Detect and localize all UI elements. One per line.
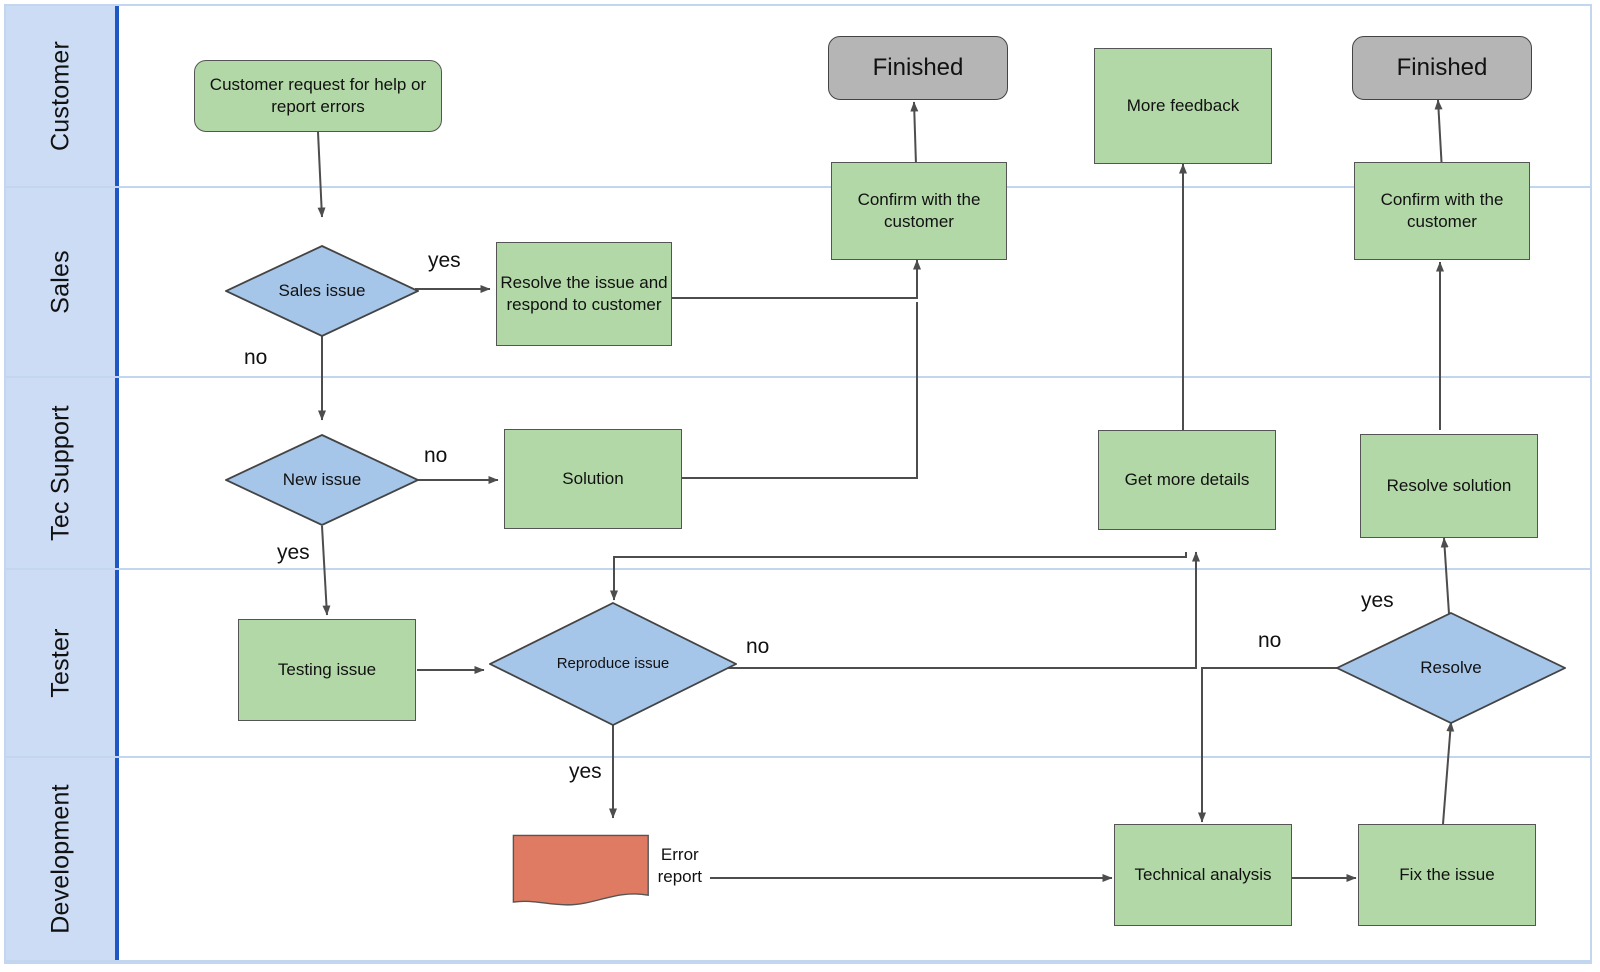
edge-label-sales-yes: yes: [428, 249, 461, 272]
node-customer-request[interactable]: Customer request for help or report erro…: [194, 60, 442, 132]
node-label: Error report: [657, 845, 702, 886]
edge-label-resolve-yes: yes: [1361, 589, 1394, 612]
edge-label-newissue-no: no: [424, 444, 448, 467]
node-more-feedback[interactable]: More feedback: [1094, 48, 1272, 164]
node-label: Testing issue: [277, 660, 377, 680]
node-confirm-customer-right[interactable]: Confirm with the customer: [1354, 162, 1530, 260]
node-new-issue[interactable]: New issue: [225, 434, 419, 526]
node-fix-the-issue[interactable]: Fix the issue: [1358, 824, 1536, 926]
lane-header-development: Development: [6, 758, 119, 960]
node-label: Confirm with the customer: [1380, 190, 1504, 231]
lane-header-sales: Sales: [6, 188, 119, 376]
node-solution[interactable]: Solution: [504, 429, 682, 529]
flowchart-canvas: Customer Sales Tec Support Tester Develo…: [4, 4, 1592, 964]
edge-label-reproduce-no: no: [746, 635, 770, 658]
node-label: Resolve solution: [1386, 476, 1512, 496]
node-label: Technical analysis: [1134, 865, 1272, 885]
node-label: Resolve: [1420, 658, 1482, 678]
node-testing-issue[interactable]: Testing issue: [238, 619, 416, 721]
lane-label-tecsupport: Tec Support: [46, 405, 74, 541]
node-error-report[interactable]: Error report: [512, 818, 710, 922]
document-shape: [512, 834, 649, 906]
node-label: Solution: [562, 469, 624, 489]
node-label: Finished: [872, 53, 964, 81]
node-resolve-decision[interactable]: Resolve: [1336, 612, 1566, 724]
node-reproduce-issue[interactable]: Reproduce issue: [489, 602, 737, 726]
node-label: New issue: [282, 470, 362, 490]
lane-label-customer: Customer: [46, 41, 74, 151]
node-label: Reproduce issue: [556, 655, 670, 673]
lane-header-tecsupport: Tec Support: [6, 378, 119, 568]
node-label: Confirm with the customer: [857, 190, 981, 231]
node-label: Resolve the issue and respond to custome…: [500, 273, 668, 314]
node-label: Fix the issue: [1399, 865, 1495, 885]
node-get-more-details[interactable]: Get more details: [1098, 430, 1276, 530]
node-confirm-customer-left[interactable]: Confirm with the customer: [831, 162, 1007, 260]
node-label: Get more details: [1124, 470, 1250, 490]
node-label: Customer request for help or report erro…: [209, 75, 427, 116]
lane-label-development: Development: [46, 784, 74, 934]
node-label: More feedback: [1126, 96, 1240, 116]
lane-header-tester: Tester: [6, 570, 119, 756]
edge-label-reproduce-yes: yes: [569, 760, 602, 783]
edge-label-resolve-no: no: [1258, 629, 1282, 652]
node-resolve-solution[interactable]: Resolve solution: [1360, 434, 1538, 538]
node-finished-left[interactable]: Finished: [828, 36, 1008, 100]
node-sales-issue[interactable]: Sales issue: [225, 245, 419, 337]
edge-label-sales-no: no: [244, 346, 268, 369]
node-label: Sales issue: [278, 281, 366, 301]
lane-header-customer: Customer: [6, 6, 119, 186]
lane-label-sales: Sales: [46, 250, 74, 314]
node-finished-right[interactable]: Finished: [1352, 36, 1532, 100]
node-technical-analysis[interactable]: Technical analysis: [1114, 824, 1292, 926]
edge-label-newissue-yes: yes: [277, 541, 310, 564]
swimlane-development: Development: [6, 758, 1590, 962]
node-resolve-respond[interactable]: Resolve the issue and respond to custome…: [496, 242, 672, 346]
lane-label-tester: Tester: [46, 628, 74, 698]
node-label: Finished: [1396, 53, 1488, 81]
